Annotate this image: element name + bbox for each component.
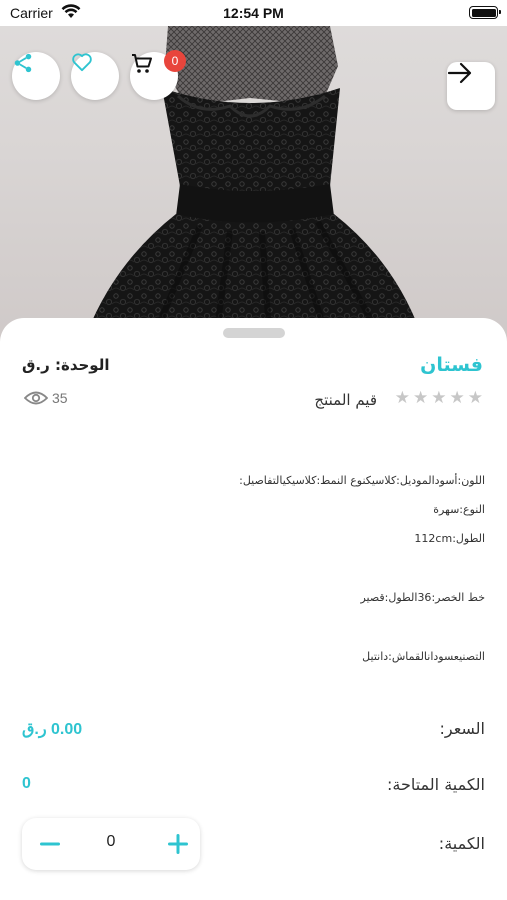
cart-count-badge: 0 xyxy=(164,50,186,72)
share-button[interactable] xyxy=(12,52,60,100)
cart-icon xyxy=(132,54,152,73)
drag-handle[interactable] xyxy=(223,328,285,338)
description-line: خط الخصر:36الطول:قصير xyxy=(360,591,485,604)
status-bar: Carrier 12:54 PM xyxy=(0,0,507,26)
back-button[interactable] xyxy=(447,62,495,110)
heart-icon xyxy=(72,53,92,72)
description-line: النوع:سهرة xyxy=(433,503,485,516)
battery-icon xyxy=(469,6,501,19)
description-line: التصنيعسودانالقماش:دانتيل xyxy=(362,650,485,663)
star-icon[interactable]: ★ xyxy=(468,390,483,407)
price-label: السعر: xyxy=(439,719,485,738)
star-icon[interactable]: ★ xyxy=(413,390,428,407)
star-icon[interactable]: ★ xyxy=(431,390,446,407)
quantity-stepper[interactable]: 0 xyxy=(22,818,200,870)
eye-icon xyxy=(24,391,48,405)
views-counter: 35 xyxy=(24,390,68,406)
available-quantity-value: 0 xyxy=(22,775,31,792)
description-line: الطول:112cm xyxy=(414,532,485,545)
arrow-right-icon xyxy=(447,62,472,84)
star-icon[interactable]: ★ xyxy=(450,390,465,407)
status-time: 12:54 PM xyxy=(223,5,284,21)
product-details-sheet: فستان الوحدة: ر.ق ★ ★ ★ ★ ★ قيم المنتج 3… xyxy=(0,318,507,900)
star-icon[interactable]: ★ xyxy=(395,390,410,407)
cart-button[interactable]: 0 xyxy=(130,50,186,100)
available-quantity-label: الكمية المتاحة: xyxy=(386,775,485,794)
product-title: فستان xyxy=(420,354,483,376)
share-icon xyxy=(14,53,32,73)
unit-label: الوحدة: ر.ق xyxy=(22,356,110,374)
plus-icon xyxy=(168,834,188,854)
increase-quantity-button[interactable] xyxy=(164,830,192,858)
quantity-label: الكمية: xyxy=(438,834,485,853)
views-count: 35 xyxy=(52,390,68,406)
favorite-button[interactable] xyxy=(71,52,119,100)
rate-product-label: قيم المنتج xyxy=(314,391,377,409)
rating-stars[interactable]: ★ ★ ★ ★ ★ xyxy=(395,390,483,407)
price-value: 0.00 ر.ق xyxy=(22,721,83,738)
description-line: اللون:أسودالموديل:كلاسيكنوع النمط:كلاسيك… xyxy=(239,474,485,487)
product-image: 0 xyxy=(0,26,507,346)
